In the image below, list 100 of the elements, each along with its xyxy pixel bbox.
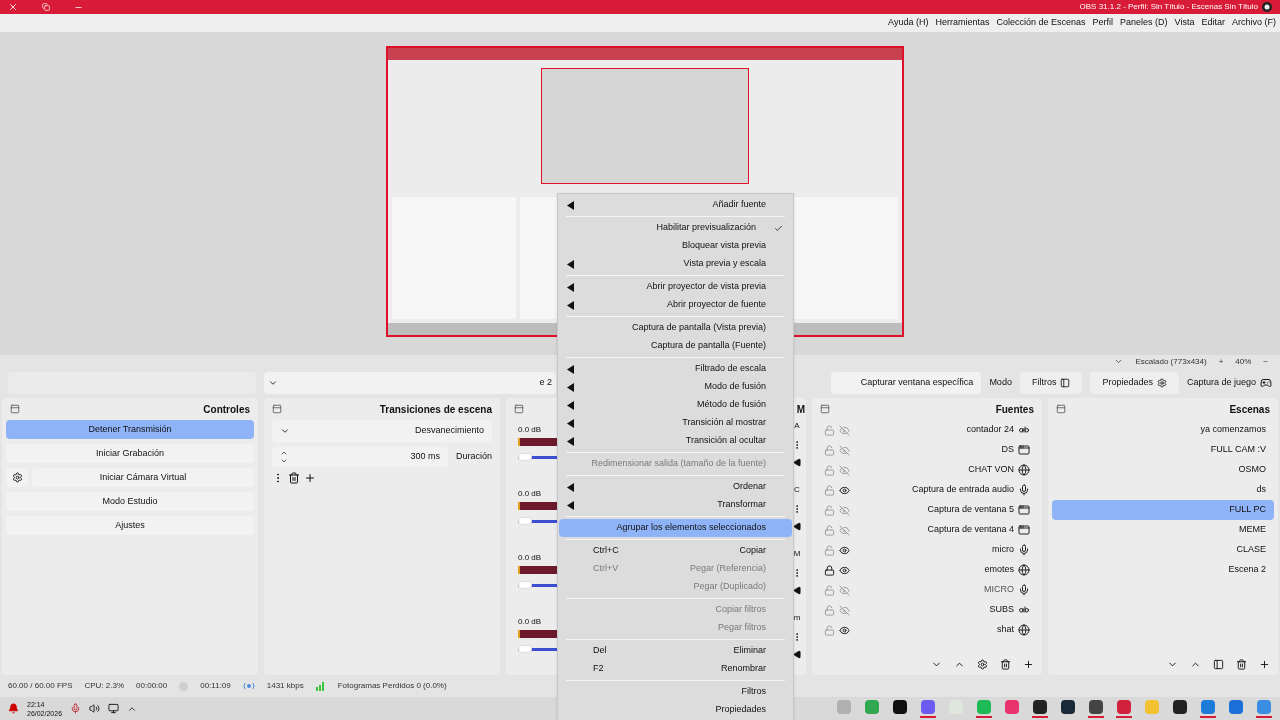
context-menu-item[interactable]: Añadir fuente xyxy=(559,196,792,214)
context-menu-item[interactable]: Abrir proyector de fuente xyxy=(559,296,792,314)
play-icon[interactable] xyxy=(792,522,802,531)
scene-item[interactable]: ya comenzamos xyxy=(1052,420,1274,440)
source-item[interactable]: Captura de ventana 5 xyxy=(816,500,1038,520)
undock-icon[interactable] xyxy=(272,404,282,414)
step-up-icon[interactable] xyxy=(280,449,288,457)
trash-icon[interactable] xyxy=(1236,658,1247,670)
scene-item[interactable]: OSMO xyxy=(1052,460,1274,480)
context-menu-item[interactable]: Filtros xyxy=(559,683,792,701)
eye-slash-icon[interactable] xyxy=(839,504,850,516)
menu-item[interactable]: Archivo (F) xyxy=(1232,16,1276,30)
source-item[interactable]: shat xyxy=(816,620,1038,640)
context-menu-item[interactable]: Transición al ocultar xyxy=(559,432,792,450)
eye-icon[interactable] xyxy=(839,484,850,496)
undock-icon[interactable] xyxy=(820,404,830,414)
context-menu-item[interactable]: Ctrl+C Copiar xyxy=(559,542,792,560)
restore-icon[interactable] xyxy=(42,3,50,11)
zoom-out-button[interactable]: − xyxy=(1263,355,1268,368)
context-menu-item[interactable]: Captura de pantalla (Vista previa) xyxy=(559,319,792,337)
source-item[interactable]: emotes xyxy=(816,560,1038,580)
bell-icon[interactable] xyxy=(8,703,19,714)
context-menu-item[interactable]: Bloquear vista previa xyxy=(559,237,792,255)
context-menu-item[interactable]: Del Eliminar xyxy=(559,642,792,660)
context-menu-item[interactable]: Abrir proyector de vista previa xyxy=(559,278,792,296)
dropdown-caret-icon[interactable] xyxy=(1114,357,1124,366)
context-menu-item[interactable]: Transición al mostrar xyxy=(559,414,792,432)
eye-slash-icon[interactable] xyxy=(839,584,850,596)
scene-item[interactable]: CLASE xyxy=(1052,540,1274,560)
play-icon[interactable] xyxy=(792,586,802,595)
window-select[interactable]: e 2 xyxy=(264,372,556,394)
undock-icon[interactable] xyxy=(1056,404,1066,414)
context-menu-item[interactable]: Habilitar previsualización xyxy=(559,219,792,237)
menu-item[interactable]: Paneles (D) xyxy=(1120,16,1168,30)
play-icon[interactable] xyxy=(792,650,802,659)
context-menu-item[interactable]: Captura de pantalla (Fuente) xyxy=(559,337,792,355)
context-menu-item[interactable]: F2 Renombrar xyxy=(559,660,792,678)
source-item[interactable]: MICRO xyxy=(816,580,1038,600)
properties-button[interactable]: Propiedades xyxy=(1090,372,1179,394)
source-item[interactable]: Captura de ventana 4 xyxy=(816,520,1038,540)
app-icon[interactable] xyxy=(1032,699,1048,718)
source-item[interactable]: CHAT VON xyxy=(816,460,1038,480)
play-icon[interactable] xyxy=(792,458,802,467)
eye-icon[interactable] xyxy=(839,564,850,576)
mode-select[interactable]: Capturar ventana específica xyxy=(831,372,982,394)
eye-slash-icon[interactable] xyxy=(839,444,850,456)
microphone-icon[interactable] xyxy=(70,703,82,714)
source-item[interactable]: DS xyxy=(816,440,1038,460)
control-button[interactable]: Iniciar Grabación xyxy=(6,444,254,463)
source-item[interactable]: SUBS xyxy=(816,600,1038,620)
context-menu-item[interactable]: Transformar xyxy=(559,496,792,514)
menu-item[interactable]: Vista xyxy=(1174,16,1195,30)
menu-item[interactable]: Perfil xyxy=(1092,16,1114,30)
scene-item[interactable]: ds xyxy=(1052,480,1274,500)
zoom-in-button[interactable]: + xyxy=(1218,355,1224,368)
add-icon[interactable] xyxy=(1023,658,1034,670)
source-item[interactable]: Captura de entrada audio xyxy=(816,480,1038,500)
close-icon[interactable] xyxy=(8,2,18,12)
filters-button[interactable]: Filtros xyxy=(1019,372,1083,394)
undock-icon[interactable] xyxy=(514,404,524,414)
add-icon[interactable] xyxy=(304,472,316,484)
control-button[interactable]: Ajustes xyxy=(6,516,254,535)
trash-icon[interactable] xyxy=(1000,658,1011,670)
source-item[interactable]: micro xyxy=(816,540,1038,560)
lock-icon[interactable] xyxy=(824,564,835,576)
control-button[interactable]: Detener Transmisión xyxy=(6,420,254,439)
context-menu-item[interactable]: Vista previa y escala xyxy=(559,255,792,273)
source-item[interactable]: contador 24 xyxy=(816,420,1038,440)
undock-icon[interactable] xyxy=(10,404,20,414)
scene-item[interactable]: FULL PC xyxy=(1052,500,1274,520)
trash-icon[interactable] xyxy=(288,472,300,484)
menu-item[interactable]: Ayuda (H) xyxy=(888,16,929,30)
add-icon[interactable] xyxy=(1259,658,1270,670)
app-icon[interactable] xyxy=(1088,699,1104,718)
context-menu-item[interactable]: Propiedades xyxy=(559,701,792,719)
context-menu-item[interactable]: Filtrado de escala xyxy=(559,360,792,378)
eye-slash-icon[interactable] xyxy=(839,604,850,616)
settings-icon[interactable] xyxy=(977,658,988,670)
control-button[interactable]: Modo Estudio xyxy=(6,492,254,511)
context-menu-item[interactable]: Método de fusión xyxy=(559,396,792,414)
transition-select[interactable]: Desvanecimiento xyxy=(272,420,492,442)
context-menu-item[interactable]: Agrupar los elementos seleccionados xyxy=(559,519,792,537)
eye-icon[interactable] xyxy=(839,544,850,556)
eye-slash-icon[interactable] xyxy=(839,524,850,536)
menu-item[interactable]: Herramientas xyxy=(935,16,990,30)
scene-item[interactable]: FULL CAM :V xyxy=(1052,440,1274,460)
eye-icon[interactable] xyxy=(839,624,850,636)
eye-slash-icon[interactable] xyxy=(839,424,850,436)
context-menu-item[interactable]: Modo de fusión xyxy=(559,378,792,396)
scene-item[interactable]: MEME xyxy=(1052,520,1274,540)
control-button[interactable]: Iniciar Cámara Virtual xyxy=(32,468,254,487)
context-menu-item[interactable]: Ordenar xyxy=(559,478,792,496)
settings-button[interactable] xyxy=(6,468,28,487)
scene-item[interactable]: Escena 2 xyxy=(1052,560,1274,580)
menu-item[interactable]: Editar xyxy=(1201,16,1225,30)
step-down-icon[interactable] xyxy=(280,457,288,465)
speaker-icon[interactable] xyxy=(89,703,101,714)
duration-field[interactable]: 300 ms xyxy=(272,447,448,467)
eye-slash-icon[interactable] xyxy=(839,464,850,476)
menu-item[interactable]: Colección de Escenas xyxy=(996,16,1086,30)
